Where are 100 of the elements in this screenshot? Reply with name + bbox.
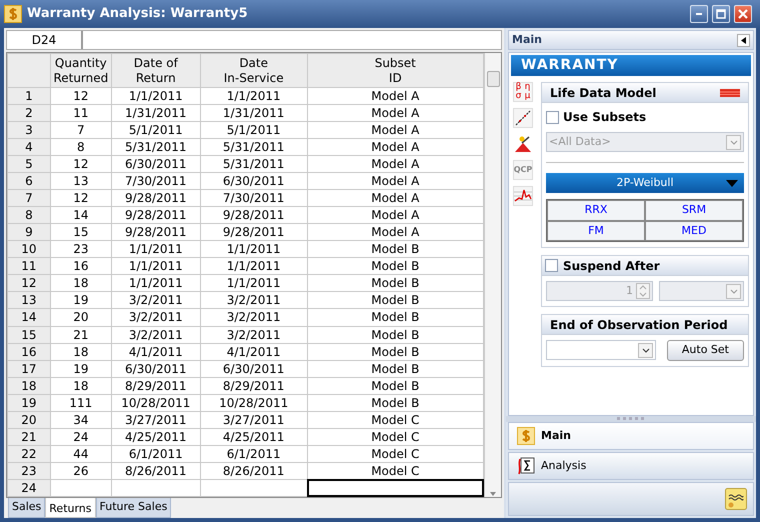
- date-dropdown[interactable]: [546, 340, 656, 360]
- table-cell[interactable]: 4/1/2011: [200, 343, 308, 360]
- table-cell[interactable]: 20: [50, 308, 112, 326]
- grip-icon[interactable]: [616, 416, 646, 420]
- table-cell[interactable]: Model A: [307, 206, 484, 224]
- table-cell[interactable]: 19: [50, 292, 112, 309]
- table-cell[interactable]: Model A: [307, 156, 484, 173]
- collapse-button[interactable]: [737, 34, 750, 46]
- sheet-tab[interactable]: Sales: [8, 498, 46, 518]
- table-cell[interactable]: 44: [50, 445, 112, 462]
- table-cell[interactable]: 8/29/2011: [111, 377, 200, 394]
- table-cell[interactable]: 5/31/2011: [200, 156, 308, 173]
- table-cell[interactable]: 3/27/2011: [200, 411, 308, 428]
- table-cell[interactable]: 23: [50, 240, 112, 258]
- table-cell[interactable]: 9/28/2011: [111, 224, 200, 241]
- table-cell[interactable]: 8/26/2011: [111, 462, 200, 480]
- plot-button[interactable]: [513, 108, 533, 128]
- table-cell[interactable]: Model B: [307, 308, 484, 326]
- table-cell[interactable]: Model C: [307, 445, 484, 462]
- table-cell[interactable]: 1/31/2011: [200, 104, 308, 122]
- table-cell[interactable]: 5/1/2011: [111, 122, 200, 139]
- table-cell[interactable]: Model B: [307, 274, 484, 292]
- table-cell[interactable]: 3/2/2011: [200, 326, 308, 344]
- table-cell[interactable]: 14: [50, 206, 112, 224]
- table-cell[interactable]: 19: [50, 360, 112, 378]
- table-cell[interactable]: 18: [50, 274, 112, 292]
- table-cell[interactable]: 15: [50, 224, 112, 241]
- distribution-dropdown[interactable]: 2P-Weibull: [546, 173, 744, 193]
- table-cell[interactable]: 3/2/2011: [200, 292, 308, 309]
- table-cell[interactable]: 3/2/2011: [111, 308, 200, 326]
- scroll-down-icon[interactable]: [489, 491, 498, 497]
- table-cell[interactable]: 9/28/2011: [200, 224, 308, 241]
- table-cell[interactable]: 5/1/2011: [200, 122, 308, 139]
- auto-set-button[interactable]: Auto Set: [666, 340, 744, 360]
- table-cell[interactable]: 8/26/2011: [200, 462, 308, 480]
- table-cell[interactable]: Model B: [307, 360, 484, 378]
- table-cell[interactable]: 12: [50, 156, 112, 173]
- table-cell[interactable]: 9/28/2011: [200, 206, 308, 224]
- table-cell[interactable]: Model C: [307, 428, 484, 446]
- navigation-item[interactable]: Main: [508, 422, 754, 450]
- table-cell[interactable]: [307, 479, 484, 496]
- table-cell[interactable]: Model A: [307, 104, 484, 122]
- table-cell[interactable]: 111: [50, 394, 112, 412]
- table-cell[interactable]: 18: [50, 343, 112, 360]
- table-cell[interactable]: 3/27/2011: [111, 411, 200, 428]
- table-cell[interactable]: 6/1/2011: [111, 445, 200, 462]
- method-button[interactable]: FM: [547, 220, 645, 241]
- table-cell[interactable]: Model B: [307, 326, 484, 344]
- table-cell[interactable]: 21: [50, 326, 112, 344]
- table-cell[interactable]: 5/31/2011: [200, 138, 308, 156]
- table-cell[interactable]: 1/1/2011: [111, 258, 200, 275]
- table-cell[interactable]: Model B: [307, 258, 484, 275]
- scroll-thumb[interactable]: [486, 71, 500, 87]
- table-cell[interactable]: Model A: [307, 88, 484, 105]
- parameters-button[interactable]: β η σ μ: [513, 82, 533, 102]
- navigation-item[interactable]: Analysis: [508, 452, 754, 480]
- table-cell[interactable]: 12: [50, 190, 112, 207]
- table-cell[interactable]: 26: [50, 462, 112, 480]
- table-cell[interactable]: 1/1/2011: [200, 274, 308, 292]
- table-cell[interactable]: 6/30/2011: [111, 156, 200, 173]
- method-button[interactable]: MED: [645, 220, 743, 241]
- table-cell[interactable]: 11: [50, 104, 112, 122]
- table-cell[interactable]: Model B: [307, 240, 484, 258]
- table-cell[interactable]: Model A: [307, 138, 484, 156]
- checkbox[interactable]: [546, 110, 559, 124]
- table-cell[interactable]: 18: [50, 377, 112, 394]
- table-cell[interactable]: 8/29/2011: [200, 377, 308, 394]
- table-cell[interactable]: 13: [50, 172, 112, 190]
- method-button[interactable]: RRX: [547, 200, 645, 220]
- table-cell[interactable]: Model B: [307, 292, 484, 309]
- table-cell[interactable]: Model B: [307, 394, 484, 412]
- table-cell[interactable]: 1/1/2011: [111, 274, 200, 292]
- table-cell[interactable]: Model A: [307, 122, 484, 139]
- table-cell[interactable]: 6/30/2011: [200, 360, 308, 378]
- table-cell[interactable]: 12: [50, 88, 112, 105]
- table-cell[interactable]: 7: [50, 122, 112, 139]
- table-cell[interactable]: 4/1/2011: [111, 343, 200, 360]
- table-cell[interactable]: 6/30/2011: [200, 172, 308, 190]
- table-cell[interactable]: 9/28/2011: [111, 206, 200, 224]
- table-cell[interactable]: 10/28/2011: [200, 394, 308, 412]
- table-cell[interactable]: 9/28/2011: [111, 190, 200, 207]
- table-cell[interactable]: 1/1/2011: [200, 88, 308, 105]
- table-cell[interactable]: 1/1/2011: [111, 88, 200, 105]
- minimize-button[interactable]: [690, 5, 708, 23]
- collapse-bar-icon[interactable]: [720, 88, 740, 96]
- chart-button[interactable]: [513, 186, 533, 206]
- table-cell[interactable]: [50, 479, 112, 496]
- table-cell[interactable]: 1/31/2011: [111, 104, 200, 122]
- table-cell[interactable]: Model A: [307, 172, 484, 190]
- table-cell[interactable]: 34: [50, 411, 112, 428]
- table-cell[interactable]: 1/1/2011: [200, 258, 308, 275]
- table-cell[interactable]: 1/1/2011: [200, 240, 308, 258]
- table-cell[interactable]: [111, 479, 200, 496]
- table-cell[interactable]: 3/2/2011: [111, 292, 200, 309]
- table-cell[interactable]: 16: [50, 258, 112, 275]
- table-cell[interactable]: Model C: [307, 411, 484, 428]
- table-cell[interactable]: 7/30/2011: [111, 172, 200, 190]
- table-cell[interactable]: 24: [50, 428, 112, 446]
- table-cell[interactable]: Model B: [307, 343, 484, 360]
- table-cell[interactable]: 6/1/2011: [200, 445, 308, 462]
